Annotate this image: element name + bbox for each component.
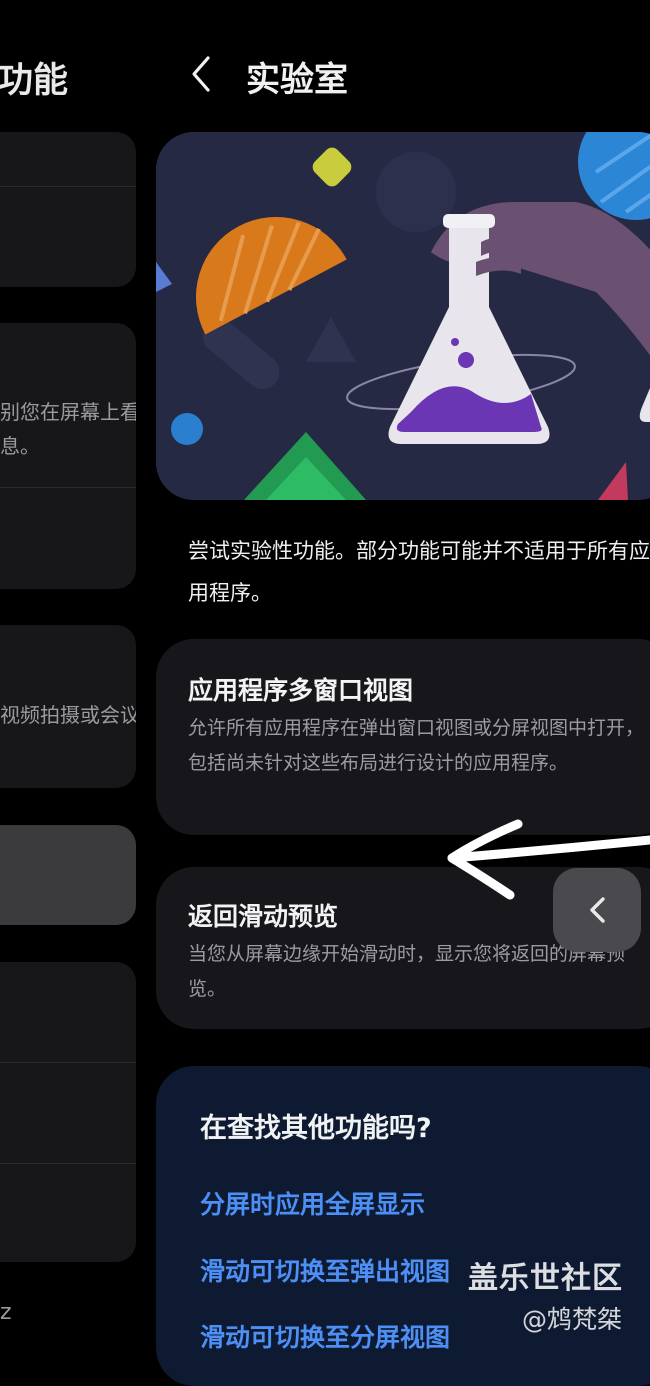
settings-row[interactable]: [0, 132, 136, 187]
labs-description: 尝试实验性功能。部分功能可能并不适用于所有应用程序。: [188, 539, 650, 605]
settings-row[interactable]: [0, 187, 136, 287]
previous-page-fragment: z: [0, 1300, 12, 1325]
chevron-left-icon: [192, 56, 210, 92]
search-section-title: 在查找其他功能吗?: [200, 1113, 432, 1144]
edge-back-gesture-button[interactable]: [553, 868, 641, 952]
settings-row[interactable]: [0, 488, 136, 588]
settings-group-2: 别您在屏幕上看 息。: [0, 323, 136, 589]
settings-group-4: [0, 962, 136, 1262]
settings-group-3: 视频拍摄或会议: [0, 625, 136, 788]
feature-title: 返回滑动预览: [188, 902, 339, 931]
chevron-left-icon: [590, 897, 605, 923]
back-button[interactable]: [186, 52, 216, 96]
settings-row-highlighted[interactable]: [0, 825, 136, 925]
watermark-author: @鸩梵桀: [522, 1305, 623, 1334]
settings-row-desc: 视频拍摄或会议: [0, 703, 136, 727]
feature-card-multiwindow[interactable]: 应用程序多窗口视图 允许所有应用程序在弹出窗口视图或分屏视图中打开，包括尚未针对…: [156, 639, 650, 835]
page-title: 实验室: [246, 60, 348, 100]
lab-flask-illustration: [156, 132, 650, 500]
link-split-screen-full[interactable]: 分屏时应用全屏显示: [200, 1185, 425, 1221]
settings-row[interactable]: [0, 1164, 136, 1262]
feature-description: 允许所有应用程序在弹出窗口视图或分屏视图中打开，包括尚未针对这些布局进行设计的应…: [188, 717, 645, 774]
looking-for-other-features-card: 在查找其他功能吗? 分屏时应用全屏显示 滑动可切换至弹出视图 滑动可切换至分屏视…: [156, 1066, 650, 1386]
settings-row[interactable]: 别您在屏幕上看 息。: [0, 323, 136, 488]
feature-title: 应用程序多窗口视图: [188, 676, 414, 705]
link-swipe-split-view[interactable]: 滑动可切换至分屏视图: [200, 1318, 450, 1354]
previous-page-title: 功能: [0, 61, 69, 101]
settings-row[interactable]: [0, 962, 136, 1063]
watermark-community: 盖乐世社区: [468, 1261, 623, 1296]
settings-group-1: [0, 132, 136, 287]
settings-row-desc: 息。: [0, 434, 40, 458]
settings-row[interactable]: [0, 1063, 136, 1164]
link-swipe-popup-view[interactable]: 滑动可切换至弹出视图: [200, 1252, 450, 1288]
settings-row-desc: 别您在屏幕上看: [0, 400, 136, 424]
